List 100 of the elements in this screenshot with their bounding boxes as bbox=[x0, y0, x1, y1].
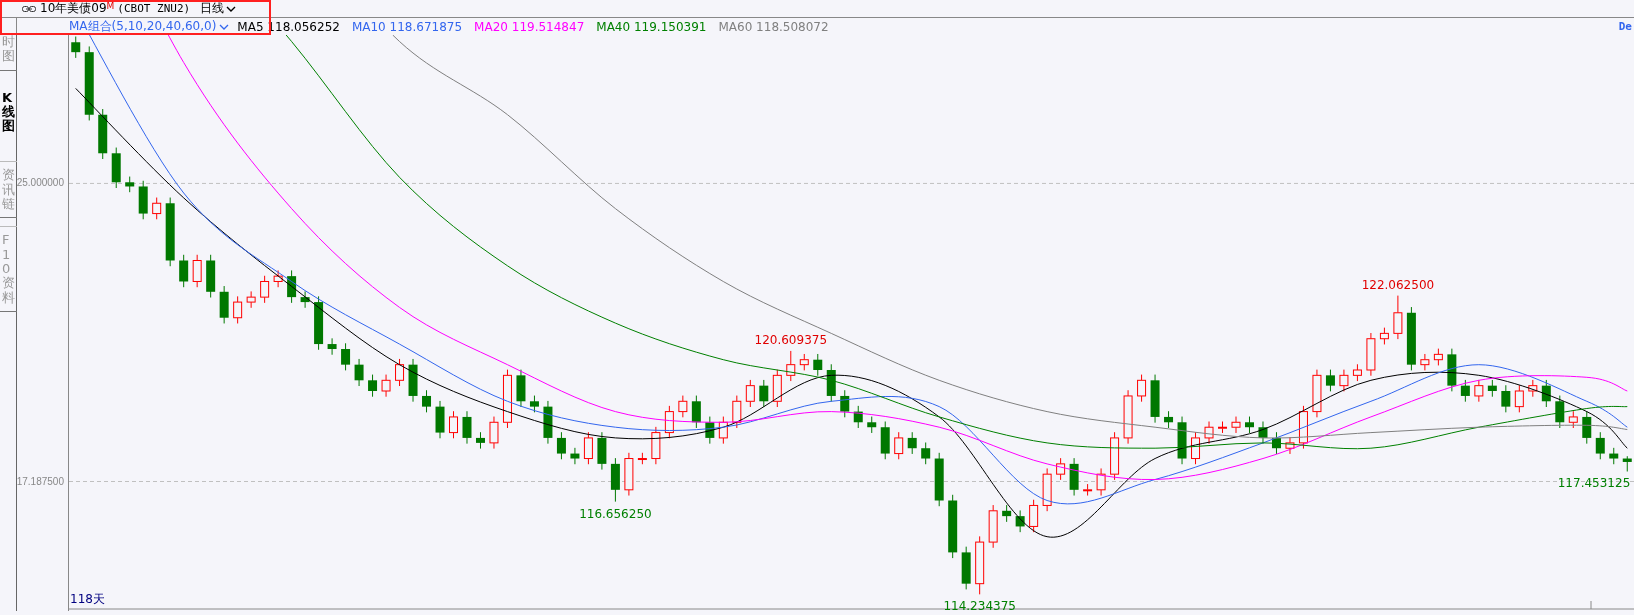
candlestick bbox=[1083, 483, 1093, 497]
candlestick bbox=[894, 431, 904, 460]
candlestick bbox=[1541, 379, 1551, 408]
candlestick bbox=[206, 254, 216, 298]
candlestick bbox=[651, 426, 661, 465]
candlestick bbox=[853, 405, 863, 429]
candlestick bbox=[1528, 379, 1538, 398]
candlestick bbox=[826, 363, 836, 403]
candlestick bbox=[1191, 431, 1201, 465]
candlestick bbox=[691, 395, 701, 429]
candlestick bbox=[408, 358, 418, 403]
candlestick bbox=[867, 416, 877, 434]
candlestick bbox=[1056, 457, 1066, 481]
candlestick bbox=[233, 295, 243, 324]
contract-superscript: M bbox=[106, 1, 115, 11]
period-dropdown[interactable]: 日线 bbox=[200, 0, 237, 17]
candlestick bbox=[988, 504, 998, 549]
instrument-code: (CBOT ZNU2) bbox=[117, 2, 191, 15]
candlestick bbox=[921, 442, 931, 465]
candlestick bbox=[907, 431, 917, 455]
candlestick bbox=[341, 342, 351, 371]
candlestick bbox=[799, 353, 809, 371]
chevron-down-icon bbox=[219, 23, 230, 30]
candlestick bbox=[1487, 379, 1497, 398]
candlestick bbox=[502, 369, 512, 429]
candlestick bbox=[152, 197, 162, 220]
candlestick bbox=[1150, 374, 1160, 424]
candlestick bbox=[489, 416, 499, 450]
candlestick bbox=[1096, 467, 1106, 497]
candlestick bbox=[1406, 306, 1416, 371]
candlestick bbox=[1298, 405, 1308, 450]
side-tab[interactable]: 时图 bbox=[0, 35, 17, 71]
candlestick bbox=[1177, 416, 1187, 465]
candlestick bbox=[300, 290, 310, 309]
candlestick bbox=[1339, 369, 1349, 392]
candlestick bbox=[1245, 416, 1254, 434]
candlestick bbox=[678, 395, 688, 418]
candlestick bbox=[1514, 384, 1524, 413]
candlestick bbox=[1609, 447, 1619, 465]
candlestick bbox=[1069, 457, 1079, 497]
candlestick bbox=[772, 369, 782, 408]
side-tab[interactable]: 资讯链 bbox=[0, 161, 17, 219]
candlestick bbox=[975, 535, 985, 595]
candlestick bbox=[1029, 499, 1039, 533]
candlestick bbox=[610, 457, 620, 503]
candlestick bbox=[192, 254, 202, 288]
candlestick bbox=[1312, 369, 1322, 418]
candlestick bbox=[1164, 410, 1174, 429]
candlestick bbox=[1379, 327, 1389, 345]
candlestick bbox=[1433, 348, 1443, 366]
side-tab[interactable]: F10资料 bbox=[0, 226, 17, 312]
candlestick bbox=[1285, 436, 1295, 455]
candlestick bbox=[1555, 395, 1565, 429]
candlestick bbox=[1123, 389, 1133, 445]
candlestick bbox=[381, 374, 391, 398]
candlestick bbox=[246, 290, 256, 309]
candlestick bbox=[624, 452, 634, 497]
candlestick bbox=[934, 452, 944, 507]
candlestick bbox=[705, 416, 715, 445]
candlestick bbox=[1325, 369, 1335, 392]
candlestick bbox=[395, 358, 405, 387]
candlestick bbox=[543, 400, 553, 445]
candlestick bbox=[583, 431, 593, 465]
candlestick bbox=[637, 452, 647, 465]
candlestick bbox=[1258, 421, 1268, 445]
candlestick bbox=[1568, 410, 1578, 429]
candlestick bbox=[961, 546, 971, 590]
price-label: 117.453125 bbox=[1557, 476, 1631, 491]
candlestick bbox=[273, 269, 283, 288]
candlestick bbox=[260, 275, 270, 304]
indicator-dropdown[interactable]: MA组合(5,10,20,40,60,0) bbox=[69, 18, 230, 35]
price-label: 116.656250 bbox=[579, 506, 652, 521]
candlestick bbox=[1595, 431, 1605, 460]
candlestick bbox=[1460, 379, 1470, 403]
candlestick bbox=[1366, 332, 1376, 377]
candlestick bbox=[570, 447, 580, 465]
indicator-value: MA60 118.508072 bbox=[718, 19, 829, 34]
candlestick bbox=[786, 350, 796, 382]
candlestick bbox=[219, 285, 229, 324]
instrument-title: 10年美债09 bbox=[40, 0, 107, 17]
candlestick bbox=[449, 410, 458, 439]
candlestick bbox=[354, 358, 364, 387]
candlestick bbox=[745, 379, 755, 408]
candlestick bbox=[476, 431, 485, 450]
candlestick bbox=[1474, 379, 1484, 403]
candlestick bbox=[880, 421, 890, 460]
candlestick bbox=[71, 36, 81, 59]
candlestick bbox=[516, 369, 526, 408]
candlestick bbox=[1352, 363, 1362, 382]
candlestick bbox=[368, 374, 378, 398]
price-label: 114.234375 bbox=[943, 599, 1016, 610]
candlestick bbox=[179, 254, 189, 288]
side-tab[interactable]: K线图 bbox=[0, 84, 17, 140]
link-icon bbox=[22, 4, 36, 13]
candlestick bbox=[948, 494, 958, 559]
candlestick bbox=[759, 379, 769, 408]
candlestick bbox=[1231, 416, 1241, 434]
candlestick bbox=[1582, 410, 1592, 445]
indicator-value: MA20 119.514847 bbox=[474, 19, 585, 34]
candlestick bbox=[732, 395, 742, 429]
